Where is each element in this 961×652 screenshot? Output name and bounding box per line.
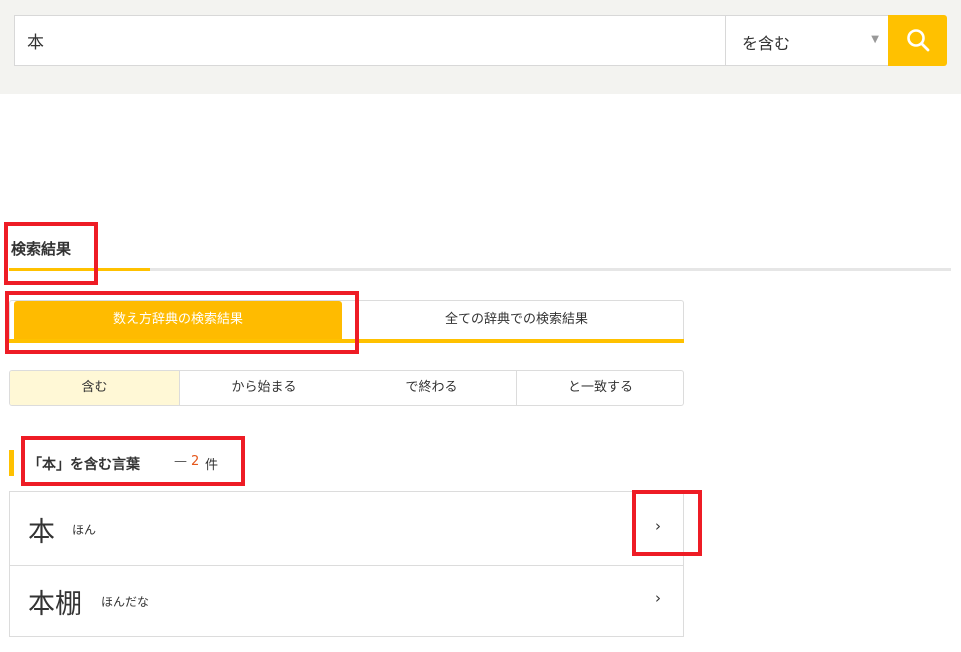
count-accent-bar	[9, 450, 14, 476]
chevron-right-icon: ›	[655, 589, 661, 607]
result-item[interactable]: 本 ほん ›	[10, 492, 683, 564]
search-button[interactable]	[888, 15, 947, 66]
result-item[interactable]: 本棚 ほんだな ›	[10, 565, 683, 638]
tab-contains[interactable]: 含む	[10, 371, 179, 405]
tab-starts-with[interactable]: から始まる	[179, 371, 348, 405]
dictionary-tabs-underline	[9, 339, 684, 343]
heading-divider	[9, 268, 951, 271]
result-word: 本	[28, 517, 55, 548]
heading-divider-accent	[9, 268, 150, 271]
match-type-tabs: 含む から始まる で終わる と一致する	[9, 370, 684, 406]
search-input[interactable]	[15, 16, 725, 65]
result-count-dash: —	[174, 454, 187, 469]
tab-exact-match[interactable]: と一致する	[516, 371, 683, 405]
tab-counting-dictionary[interactable]: 数え方辞典の検索結果	[14, 301, 342, 339]
result-count-number: 2	[191, 454, 200, 469]
result-reading: ほんだな	[101, 595, 150, 609]
search-box: を含む ▼	[14, 15, 888, 66]
tab-all-dictionaries[interactable]: 全ての辞典での検索結果	[350, 301, 683, 339]
chevron-right-icon: ›	[655, 517, 661, 535]
result-word: 本棚	[28, 589, 82, 620]
results-heading: 検索結果	[11, 240, 72, 258]
tab-ends-with[interactable]: で終わる	[347, 371, 516, 405]
search-mode-select[interactable]: を含む ▼	[725, 16, 889, 65]
result-list: 本 ほん › 本棚 ほんだな ›	[9, 491, 684, 637]
search-icon	[907, 29, 930, 52]
dropdown-caret-icon: ▼	[871, 34, 879, 45]
result-reading: ほん	[72, 523, 97, 537]
search-bar-area: を含む ▼	[0, 0, 961, 94]
result-count-unit: 件	[205, 458, 219, 473]
search-mode-label: を含む	[742, 34, 791, 53]
result-count-title: 「本」を含む言葉	[28, 457, 140, 473]
results-heading-section: 検索結果	[9, 235, 951, 273]
